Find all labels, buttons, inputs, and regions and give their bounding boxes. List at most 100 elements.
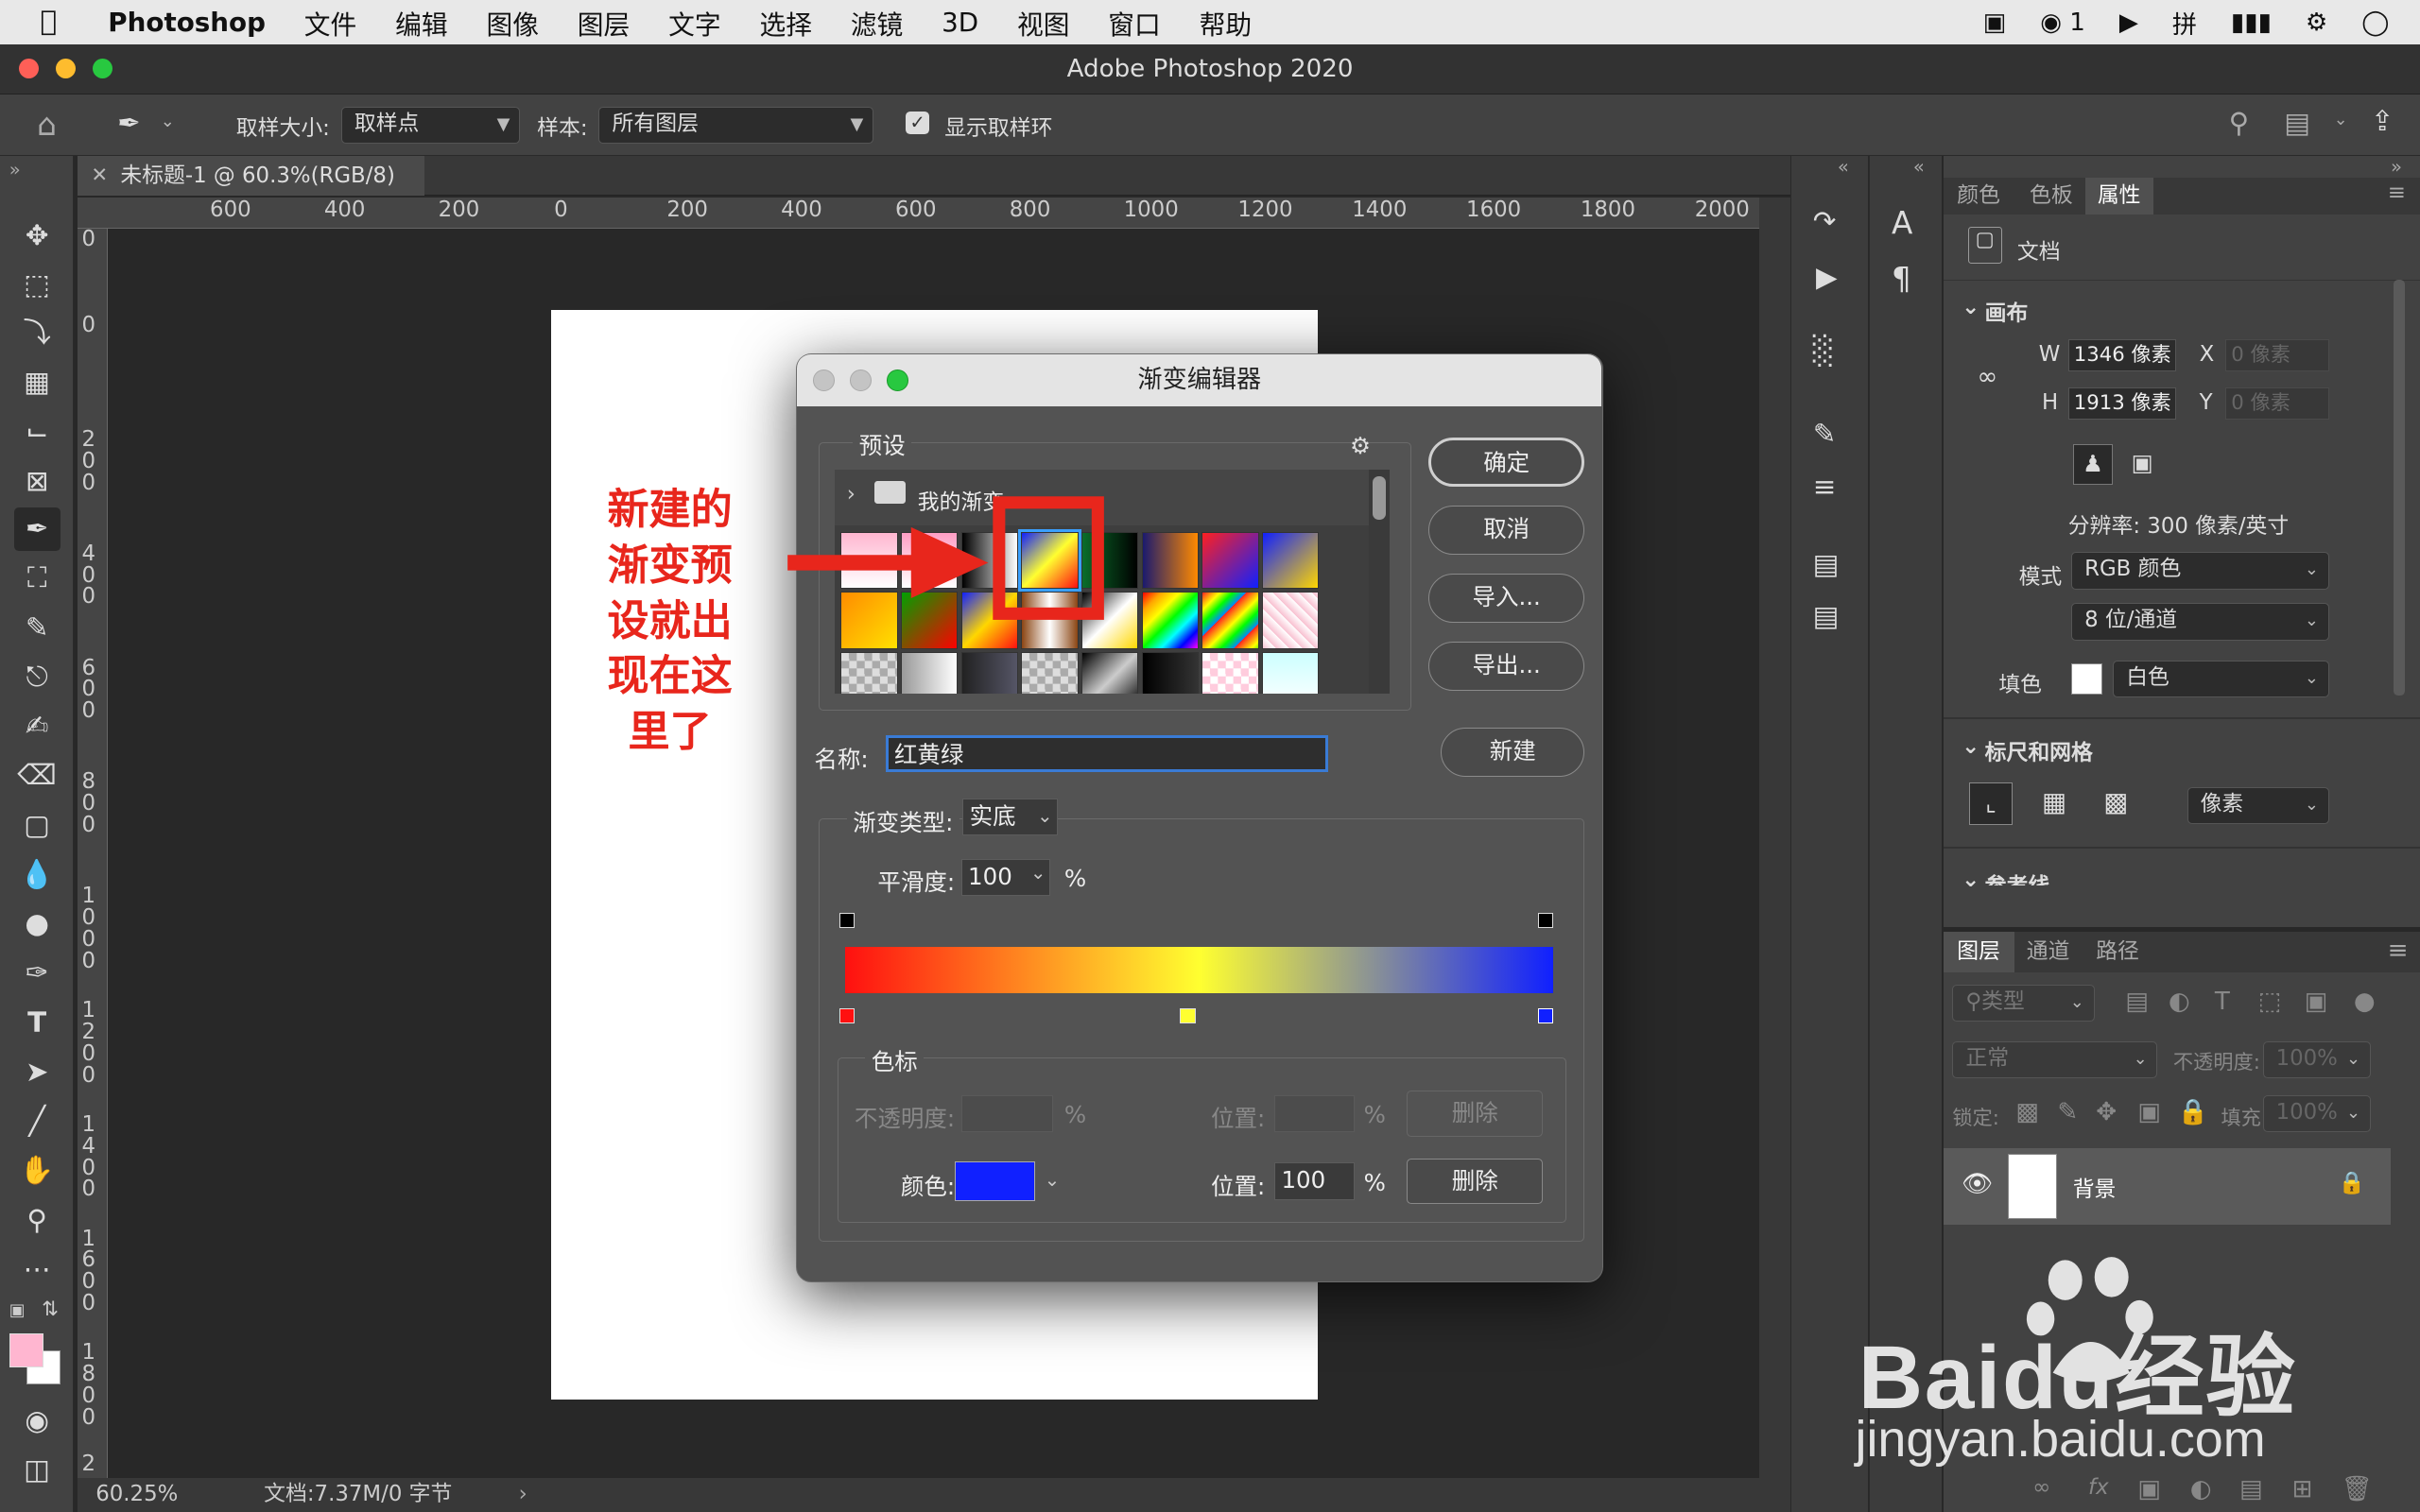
sample-size-select[interactable]: 取样点 ▼ <box>340 106 521 144</box>
gradient-tool-icon[interactable]: ▢ <box>14 804 60 848</box>
sample-select[interactable]: 所有图层 ▼ <box>598 106 874 144</box>
color-stop-yellow[interactable] <box>1180 1008 1196 1024</box>
stop-location-field[interactable] <box>1273 1094 1355 1132</box>
gradient-preset-swatch[interactable] <box>1021 651 1079 695</box>
filter-pixel-icon[interactable]: ▤ <box>2125 988 2149 1016</box>
opacity-stop-right[interactable] <box>1538 912 1554 929</box>
trash-icon[interactable]: 🗑 <box>2342 1475 2373 1503</box>
libraries-panel-icon[interactable]: ▤ <box>1813 548 1840 580</box>
layer-row[interactable]: 👁 背景 🔒 <box>1943 1147 2392 1226</box>
canvas-section-chevron-icon[interactable]: ⌄ <box>1962 295 1979 319</box>
color-stop-blue[interactable] <box>1538 1008 1554 1024</box>
workspace-icon[interactable]: ▤ <box>2284 107 2310 139</box>
gradient-preset-swatch[interactable] <box>1201 531 1259 590</box>
tab-layers[interactable]: 图层 <box>1943 932 2014 972</box>
zoom-level[interactable]: 60.25% <box>95 1478 178 1512</box>
history-brush-icon[interactable]: ✍ <box>14 705 60 748</box>
crop-tool-icon[interactable]: ⌙ <box>14 410 60 454</box>
tab-paths[interactable]: 路径 <box>2096 932 2139 971</box>
filter-adjust-icon[interactable]: ◐ <box>2169 988 2190 1016</box>
zoom-tool-icon[interactable]: ⚲ <box>14 1199 60 1243</box>
delete-opacity-stop-button[interactable]: 删除 <box>1407 1090 1544 1137</box>
gradient-preset-swatch[interactable] <box>1141 592 1199 649</box>
stamp-tool-icon[interactable]: ⎋ <box>14 656 60 699</box>
lock-position-icon[interactable]: ✥ <box>2096 1098 2117 1126</box>
collapse-icon[interactable]: « <box>1838 156 1849 178</box>
height-field[interactable]: 1913 像素 <box>2067 387 2177 421</box>
gradient-preset-swatch[interactable] <box>1261 592 1320 649</box>
gradient-bar[interactable] <box>845 946 1554 993</box>
tab-properties[interactable]: 属性 <box>2084 177 2153 215</box>
rulers-section-title[interactable]: 标尺和网格 <box>1985 734 2093 766</box>
history-panel-icon[interactable]: ↷ <box>1813 205 1837 237</box>
zoom-window-button[interactable] <box>92 59 113 79</box>
visibility-eye-icon[interactable]: 👁 <box>1962 1170 1993 1198</box>
menu-filter[interactable]: 滤镜 <box>851 4 904 42</box>
gradient-preset-swatch[interactable] <box>1261 651 1320 695</box>
histogram-panel-icon[interactable]: ░ <box>1813 335 1835 367</box>
blur-tool-icon[interactable]: 💧 <box>14 853 60 897</box>
close-window-button[interactable] <box>18 59 39 79</box>
menu-window[interactable]: 窗口 <box>1108 4 1161 42</box>
menu-layer[interactable]: 图层 <box>578 4 631 42</box>
dialog-close-button[interactable] <box>812 369 835 392</box>
menu-select[interactable]: 选择 <box>759 4 812 42</box>
search-icon[interactable]: ⚲ <box>2229 107 2250 139</box>
filter-type-icon[interactable]: T <box>2215 988 2230 1016</box>
stop-color-swatch[interactable] <box>955 1160 1035 1202</box>
hand-tool-icon[interactable]: ✋ <box>14 1149 60 1193</box>
foreground-color-swatch[interactable] <box>9 1332 43 1367</box>
share-icon[interactable]: ⇪ <box>2371 105 2394 137</box>
menu-edit[interactable]: 编辑 <box>395 4 448 42</box>
lock-all-icon[interactable]: 🔒 <box>2178 1098 2209 1126</box>
siri-icon[interactable]: ◯ <box>2361 9 2389 37</box>
rulers-chevron-icon[interactable]: ⌄ <box>1962 734 1979 759</box>
paragraph-panel-icon[interactable]: ¶ <box>1892 261 1911 297</box>
guides-chevron-icon[interactable]: ⌄ <box>1962 868 1979 892</box>
opacity-field[interactable]: 100% ⌄ <box>2262 1041 2371 1079</box>
minimize-window-button[interactable] <box>55 59 76 79</box>
eyedropper-icon[interactable]: ✒ <box>117 107 141 139</box>
export-button[interactable]: 导出... <box>1428 641 1585 691</box>
menu-type[interactable]: 文字 <box>668 4 721 42</box>
frame-tool-icon[interactable]: ⊠ <box>14 460 60 504</box>
status-chevron-icon[interactable]: › <box>519 1478 527 1512</box>
lock-artboard-icon[interactable]: ▣ <box>2137 1098 2161 1126</box>
mode-select[interactable]: RGB 颜色 ⌄ <box>2071 552 2329 590</box>
x-field[interactable]: 0 像素 <box>2225 339 2329 372</box>
quick-mask-icon[interactable]: ◉ <box>14 1400 60 1443</box>
panel-menu-icon[interactable]: ≡ <box>2388 936 2409 965</box>
grid-icon[interactable]: ▦ <box>2032 782 2076 826</box>
swap-colors-icon[interactable]: ⇅ <box>42 1297 59 1321</box>
dialog-minimize-button[interactable] <box>849 369 872 392</box>
eraser-tool-icon[interactable]: ⌫ <box>14 754 60 798</box>
more-tools-icon[interactable]: ⋯ <box>14 1248 60 1292</box>
path-select-icon[interactable]: ➤ <box>14 1051 60 1094</box>
lock-transparent-icon[interactable]: ▩ <box>2015 1098 2039 1126</box>
control-center-icon[interactable]: ⚙ <box>2306 9 2327 37</box>
name-field[interactable]: 红黄绿 <box>885 735 1329 773</box>
color-location-field[interactable]: 100 <box>1273 1162 1355 1200</box>
pen-tool-icon[interactable]: ✑ <box>14 952 60 995</box>
actions-panel-icon[interactable]: ▶ <box>1816 261 1838 293</box>
filter-shape-icon[interactable]: ⬚ <box>2258 988 2282 1016</box>
object-select-tool-icon[interactable]: ▦ <box>14 361 60 404</box>
menu-image[interactable]: 图像 <box>486 4 539 42</box>
scrollbar-thumb[interactable] <box>1373 475 1386 520</box>
y-field[interactable]: 0 像素 <box>2225 387 2329 421</box>
ok-button[interactable]: 确定 <box>1428 438 1585 488</box>
menu-view[interactable]: 视图 <box>1017 4 1070 42</box>
menu-app[interactable]: Photoshop <box>108 7 266 38</box>
fill-field[interactable]: 100% ⌄ <box>2262 1095 2371 1133</box>
import-button[interactable]: 导入... <box>1428 573 1585 623</box>
link-icon[interactable]: ∞ <box>1977 363 1997 391</box>
brush-tool-icon[interactable]: ✎ <box>14 607 60 650</box>
type-select[interactable]: 实底 ⌄ <box>962 799 1059 836</box>
type-tool-icon[interactable]: T <box>14 1002 60 1045</box>
ruler-toggle-icon[interactable]: ⌞ <box>1969 782 2014 826</box>
pixel-grid-icon[interactable]: ▩ <box>2095 782 2138 826</box>
chevron-down-icon[interactable]: ⌄ <box>1045 1169 1060 1191</box>
battery-icon[interactable]: ▮▮▮ <box>2231 9 2272 37</box>
gradient-preset-swatch[interactable] <box>960 651 1018 695</box>
show-ring-checkbox[interactable]: ✓ <box>906 111 929 135</box>
